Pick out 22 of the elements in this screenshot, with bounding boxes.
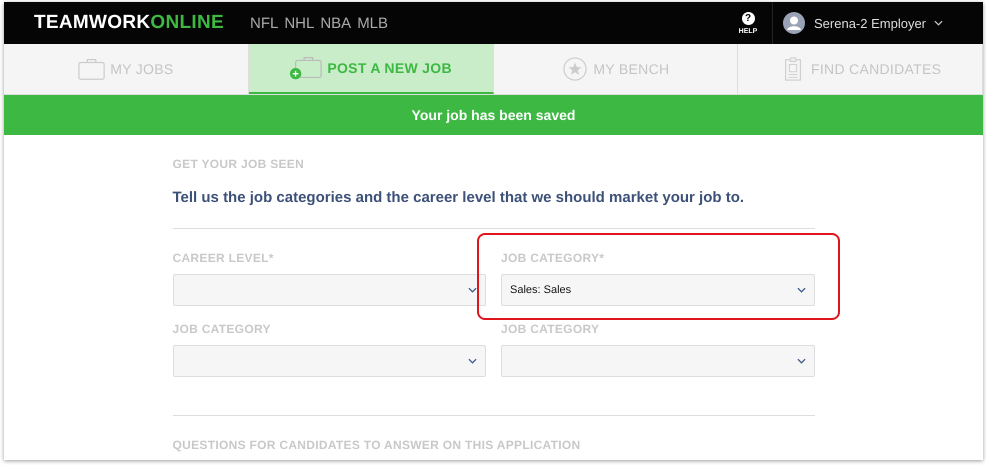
- banner-message: Your job has been saved: [412, 107, 576, 123]
- chevron-icon: [796, 358, 806, 364]
- section-heading: Tell us the job categories and the career level that we should market your job to.: [172, 189, 746, 206]
- briefcase-plus-icon: [289, 55, 324, 81]
- league-link[interactable]: MLB: [357, 14, 388, 32]
- chevron-icon: [796, 287, 806, 293]
- logo-text[interactable]: ONLINE: [150, 12, 224, 34]
- select-field[interactable]: [172, 345, 486, 377]
- caret-icon[interactable]: [934, 20, 943, 26]
- avatar-icon[interactable]: [783, 12, 805, 34]
- league-link[interactable]: NHL: [284, 14, 314, 32]
- league-link[interactable]: NBA: [320, 14, 352, 32]
- select-field[interactable]: [172, 274, 486, 306]
- user-menu[interactable]: Serena-2 Employer: [814, 16, 926, 30]
- logo-text[interactable]: TEAMWORK: [34, 12, 150, 34]
- chevron-icon: [468, 358, 477, 364]
- select-field[interactable]: Sales: Sales: [501, 274, 814, 306]
- briefcase-icon: [78, 57, 106, 81]
- select-field[interactable]: [501, 345, 814, 377]
- chevron-icon: [468, 287, 477, 293]
- league-link[interactable]: NFL: [250, 14, 278, 32]
- help-icon[interactable]: ?: [742, 12, 754, 24]
